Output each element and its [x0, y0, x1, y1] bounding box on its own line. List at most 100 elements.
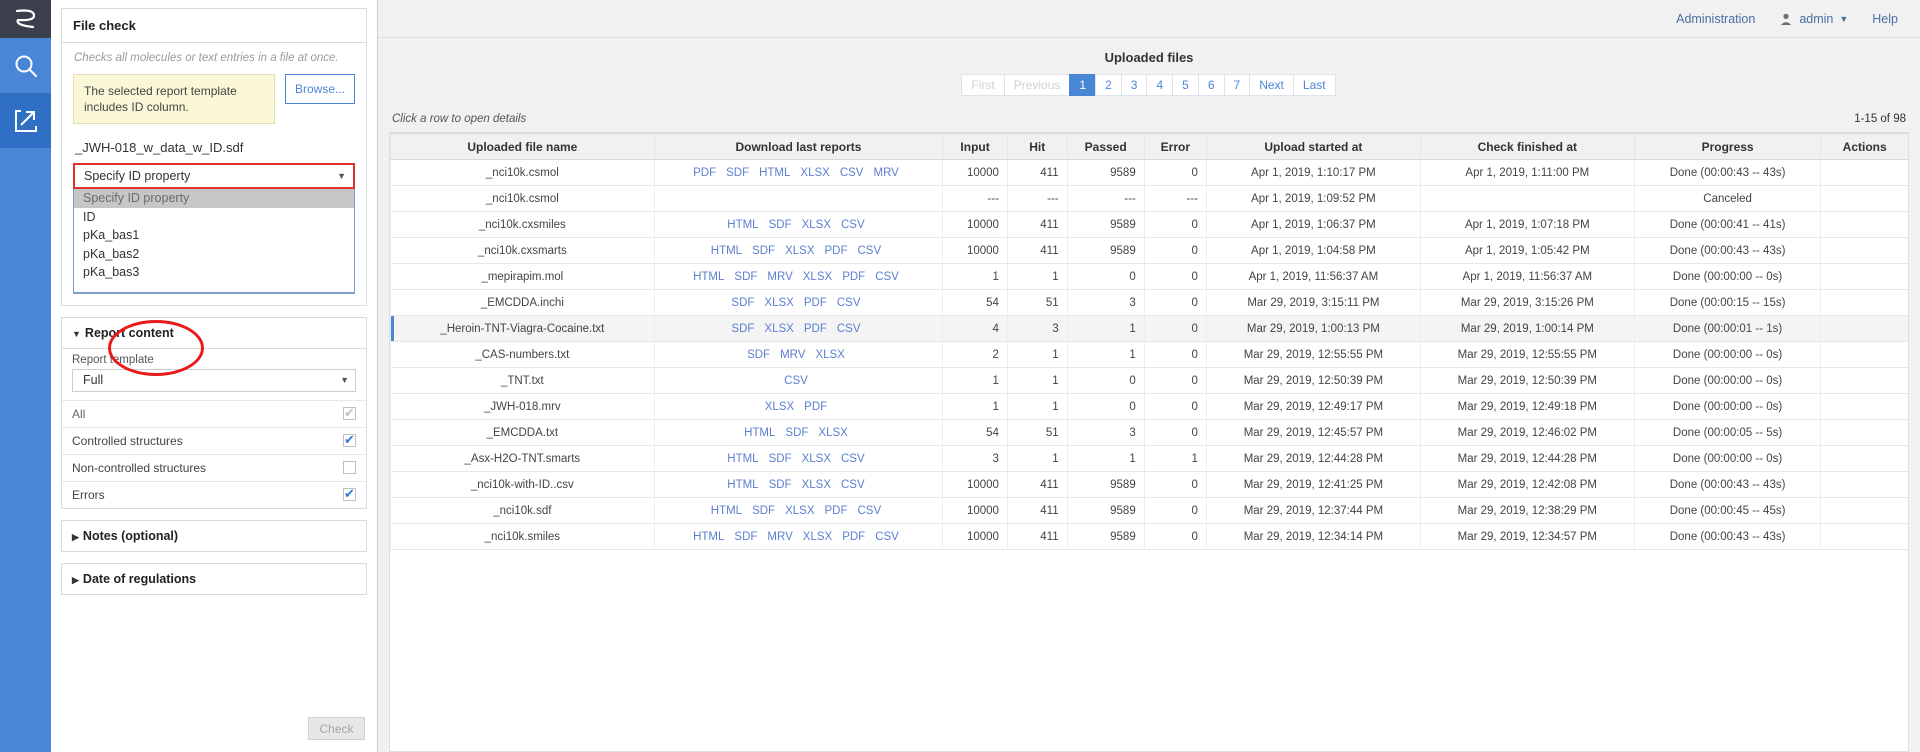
- id-property-dropdown[interactable]: Specify ID property ID pKa_bas1 pKa_bas2…: [73, 189, 355, 294]
- table-row[interactable]: _nci10k.cxsmilesHTMLSDFXLSXCSV1000041195…: [391, 212, 1909, 238]
- col-check-finished-at[interactable]: Check finished at: [1420, 134, 1634, 160]
- report-link-sdf[interactable]: SDF: [747, 349, 770, 361]
- report-link-xlsx[interactable]: XLSX: [803, 271, 832, 283]
- dropdown-option[interactable]: ID: [74, 208, 354, 227]
- date-of-regulations-section[interactable]: ▶Date of regulations: [61, 563, 367, 595]
- report-link-html[interactable]: HTML: [727, 219, 758, 231]
- browse-button[interactable]: Browse...: [285, 74, 355, 104]
- page-5[interactable]: 5: [1172, 74, 1199, 96]
- report-template-select[interactable]: Full ▼: [72, 369, 356, 392]
- page-first[interactable]: First: [961, 74, 1004, 96]
- report-link-csv[interactable]: CSV: [858, 505, 882, 517]
- col-hit[interactable]: Hit: [1007, 134, 1067, 160]
- report-link-pdf[interactable]: PDF: [842, 271, 865, 283]
- checkbox-row-controlled[interactable]: Controlled structures: [62, 427, 366, 454]
- notes-header[interactable]: ▶Notes (optional): [62, 521, 366, 551]
- report-link-mrv[interactable]: MRV: [873, 167, 898, 179]
- report-link-pdf[interactable]: PDF: [693, 167, 716, 179]
- table-row[interactable]: _nci10k.csmolPDFSDFHTMLXLSXCSVMRV1000041…: [391, 160, 1909, 186]
- report-link-html[interactable]: HTML: [744, 427, 775, 439]
- col-input[interactable]: Input: [943, 134, 1008, 160]
- report-link-sdf[interactable]: SDF: [769, 479, 792, 491]
- table-row[interactable]: _JWH-018.mrvXLSXPDF1100Mar 29, 2019, 12:…: [391, 394, 1909, 420]
- col-download-last-reports[interactable]: Download last reports: [654, 134, 943, 160]
- report-link-html[interactable]: HTML: [727, 479, 758, 491]
- table-row[interactable]: _Asx-H2O-TNT.smartsHTMLSDFXLSXCSV3111Mar…: [391, 446, 1909, 472]
- report-link-xlsx[interactable]: XLSX: [785, 505, 814, 517]
- report-link-csv[interactable]: CSV: [841, 219, 865, 231]
- checkbox-row-all[interactable]: All: [62, 400, 366, 427]
- table-row[interactable]: _nci10k.cxsmartsHTMLSDFXLSXPDFCSV1000041…: [391, 238, 1909, 264]
- report-link-sdf[interactable]: SDF: [752, 505, 775, 517]
- report-link-csv[interactable]: CSV: [875, 531, 899, 543]
- report-link-mrv[interactable]: MRV: [780, 349, 805, 361]
- checkbox-row-errors[interactable]: Errors: [62, 481, 366, 508]
- import-arrow-icon[interactable]: [0, 93, 51, 148]
- page-previous[interactable]: Previous: [1004, 74, 1071, 96]
- dropdown-option[interactable]: pKa_bas3: [74, 263, 354, 282]
- col-progress[interactable]: Progress: [1634, 134, 1821, 160]
- page-3[interactable]: 3: [1121, 74, 1148, 96]
- check-button[interactable]: Check: [308, 717, 365, 740]
- col-error[interactable]: Error: [1144, 134, 1206, 160]
- dropdown-option[interactable]: pKa_bas1: [74, 226, 354, 245]
- dropdown-option[interactable]: pKa_bas2: [74, 245, 354, 264]
- table-row[interactable]: _TNT.txtCSV1100Mar 29, 2019, 12:50:39 PM…: [391, 368, 1909, 394]
- report-link-mrv[interactable]: MRV: [767, 271, 792, 283]
- report-link-html[interactable]: HTML: [759, 167, 790, 179]
- report-link-sdf[interactable]: SDF: [734, 271, 757, 283]
- report-link-csv[interactable]: CSV: [837, 297, 861, 309]
- report-link-xlsx[interactable]: XLSX: [802, 479, 831, 491]
- dropdown-option[interactable]: Specify ID property: [74, 189, 354, 208]
- report-link-html[interactable]: HTML: [727, 453, 758, 465]
- report-link-csv[interactable]: CSV: [875, 271, 899, 283]
- report-link-html[interactable]: HTML: [693, 531, 724, 543]
- id-property-select[interactable]: Specify ID property ▼ Specify ID propert…: [73, 163, 355, 294]
- col-upload-started-at[interactable]: Upload started at: [1206, 134, 1420, 160]
- report-link-xlsx[interactable]: XLSX: [764, 297, 793, 309]
- administration-link[interactable]: Administration: [1676, 12, 1755, 26]
- report-link-sdf[interactable]: SDF: [785, 427, 808, 439]
- report-link-mrv[interactable]: MRV: [767, 531, 792, 543]
- report-link-sdf[interactable]: SDF: [726, 167, 749, 179]
- report-link-html[interactable]: HTML: [693, 271, 724, 283]
- report-link-csv[interactable]: CSV: [841, 479, 865, 491]
- report-link-sdf[interactable]: SDF: [731, 297, 754, 309]
- page-7[interactable]: 7: [1224, 74, 1251, 96]
- col-passed[interactable]: Passed: [1067, 134, 1144, 160]
- report-link-html[interactable]: HTML: [711, 245, 742, 257]
- report-link-csv[interactable]: CSV: [841, 453, 865, 465]
- report-link-xlsx[interactable]: XLSX: [764, 323, 793, 335]
- search-icon[interactable]: [0, 38, 51, 93]
- report-link-sdf[interactable]: SDF: [734, 531, 757, 543]
- report-link-xlsx[interactable]: XLSX: [803, 531, 832, 543]
- checkbox-non-controlled-structures[interactable]: [343, 461, 356, 474]
- table-row[interactable]: _CAS-numbers.txtSDFMRVXLSX2110Mar 29, 20…: [391, 342, 1909, 368]
- report-link-csv[interactable]: CSV: [784, 375, 808, 387]
- report-link-xlsx[interactable]: XLSX: [802, 453, 831, 465]
- col-uploaded-file-name[interactable]: Uploaded file name: [391, 134, 655, 160]
- checkbox-errors[interactable]: [343, 488, 356, 501]
- checkbox-controlled-structures[interactable]: [343, 434, 356, 447]
- table-row[interactable]: _nci10k.sdfHTMLSDFXLSXPDFCSV100004119589…: [391, 498, 1909, 524]
- page-next[interactable]: Next: [1249, 74, 1294, 96]
- regulations-header[interactable]: ▶Date of regulations: [62, 564, 366, 594]
- report-link-xlsx[interactable]: XLSX: [802, 219, 831, 231]
- table-row[interactable]: _nci10k.smilesHTMLSDFMRVXLSXPDFCSV100004…: [391, 524, 1909, 550]
- table-row[interactable]: _EMCDDA.txtHTMLSDFXLSX545130Mar 29, 2019…: [391, 420, 1909, 446]
- report-link-csv[interactable]: CSV: [840, 167, 864, 179]
- report-link-xlsx[interactable]: XLSX: [800, 167, 829, 179]
- report-link-sdf[interactable]: SDF: [769, 453, 792, 465]
- page-1[interactable]: 1: [1069, 74, 1096, 96]
- report-link-sdf[interactable]: SDF: [769, 219, 792, 231]
- report-link-csv[interactable]: CSV: [837, 323, 861, 335]
- table-row[interactable]: _nci10k.csmol------------Apr 1, 2019, 1:…: [391, 186, 1909, 212]
- user-menu[interactable]: admin ▼: [1779, 12, 1848, 26]
- col-actions[interactable]: Actions: [1821, 134, 1908, 160]
- table-row[interactable]: _nci10k-with-ID..csvHTMLSDFXLSXCSV100004…: [391, 472, 1909, 498]
- report-link-xlsx[interactable]: XLSX: [765, 401, 794, 413]
- report-link-sdf[interactable]: SDF: [752, 245, 775, 257]
- report-link-pdf[interactable]: PDF: [842, 531, 865, 543]
- report-link-csv[interactable]: CSV: [858, 245, 882, 257]
- report-link-xlsx[interactable]: XLSX: [785, 245, 814, 257]
